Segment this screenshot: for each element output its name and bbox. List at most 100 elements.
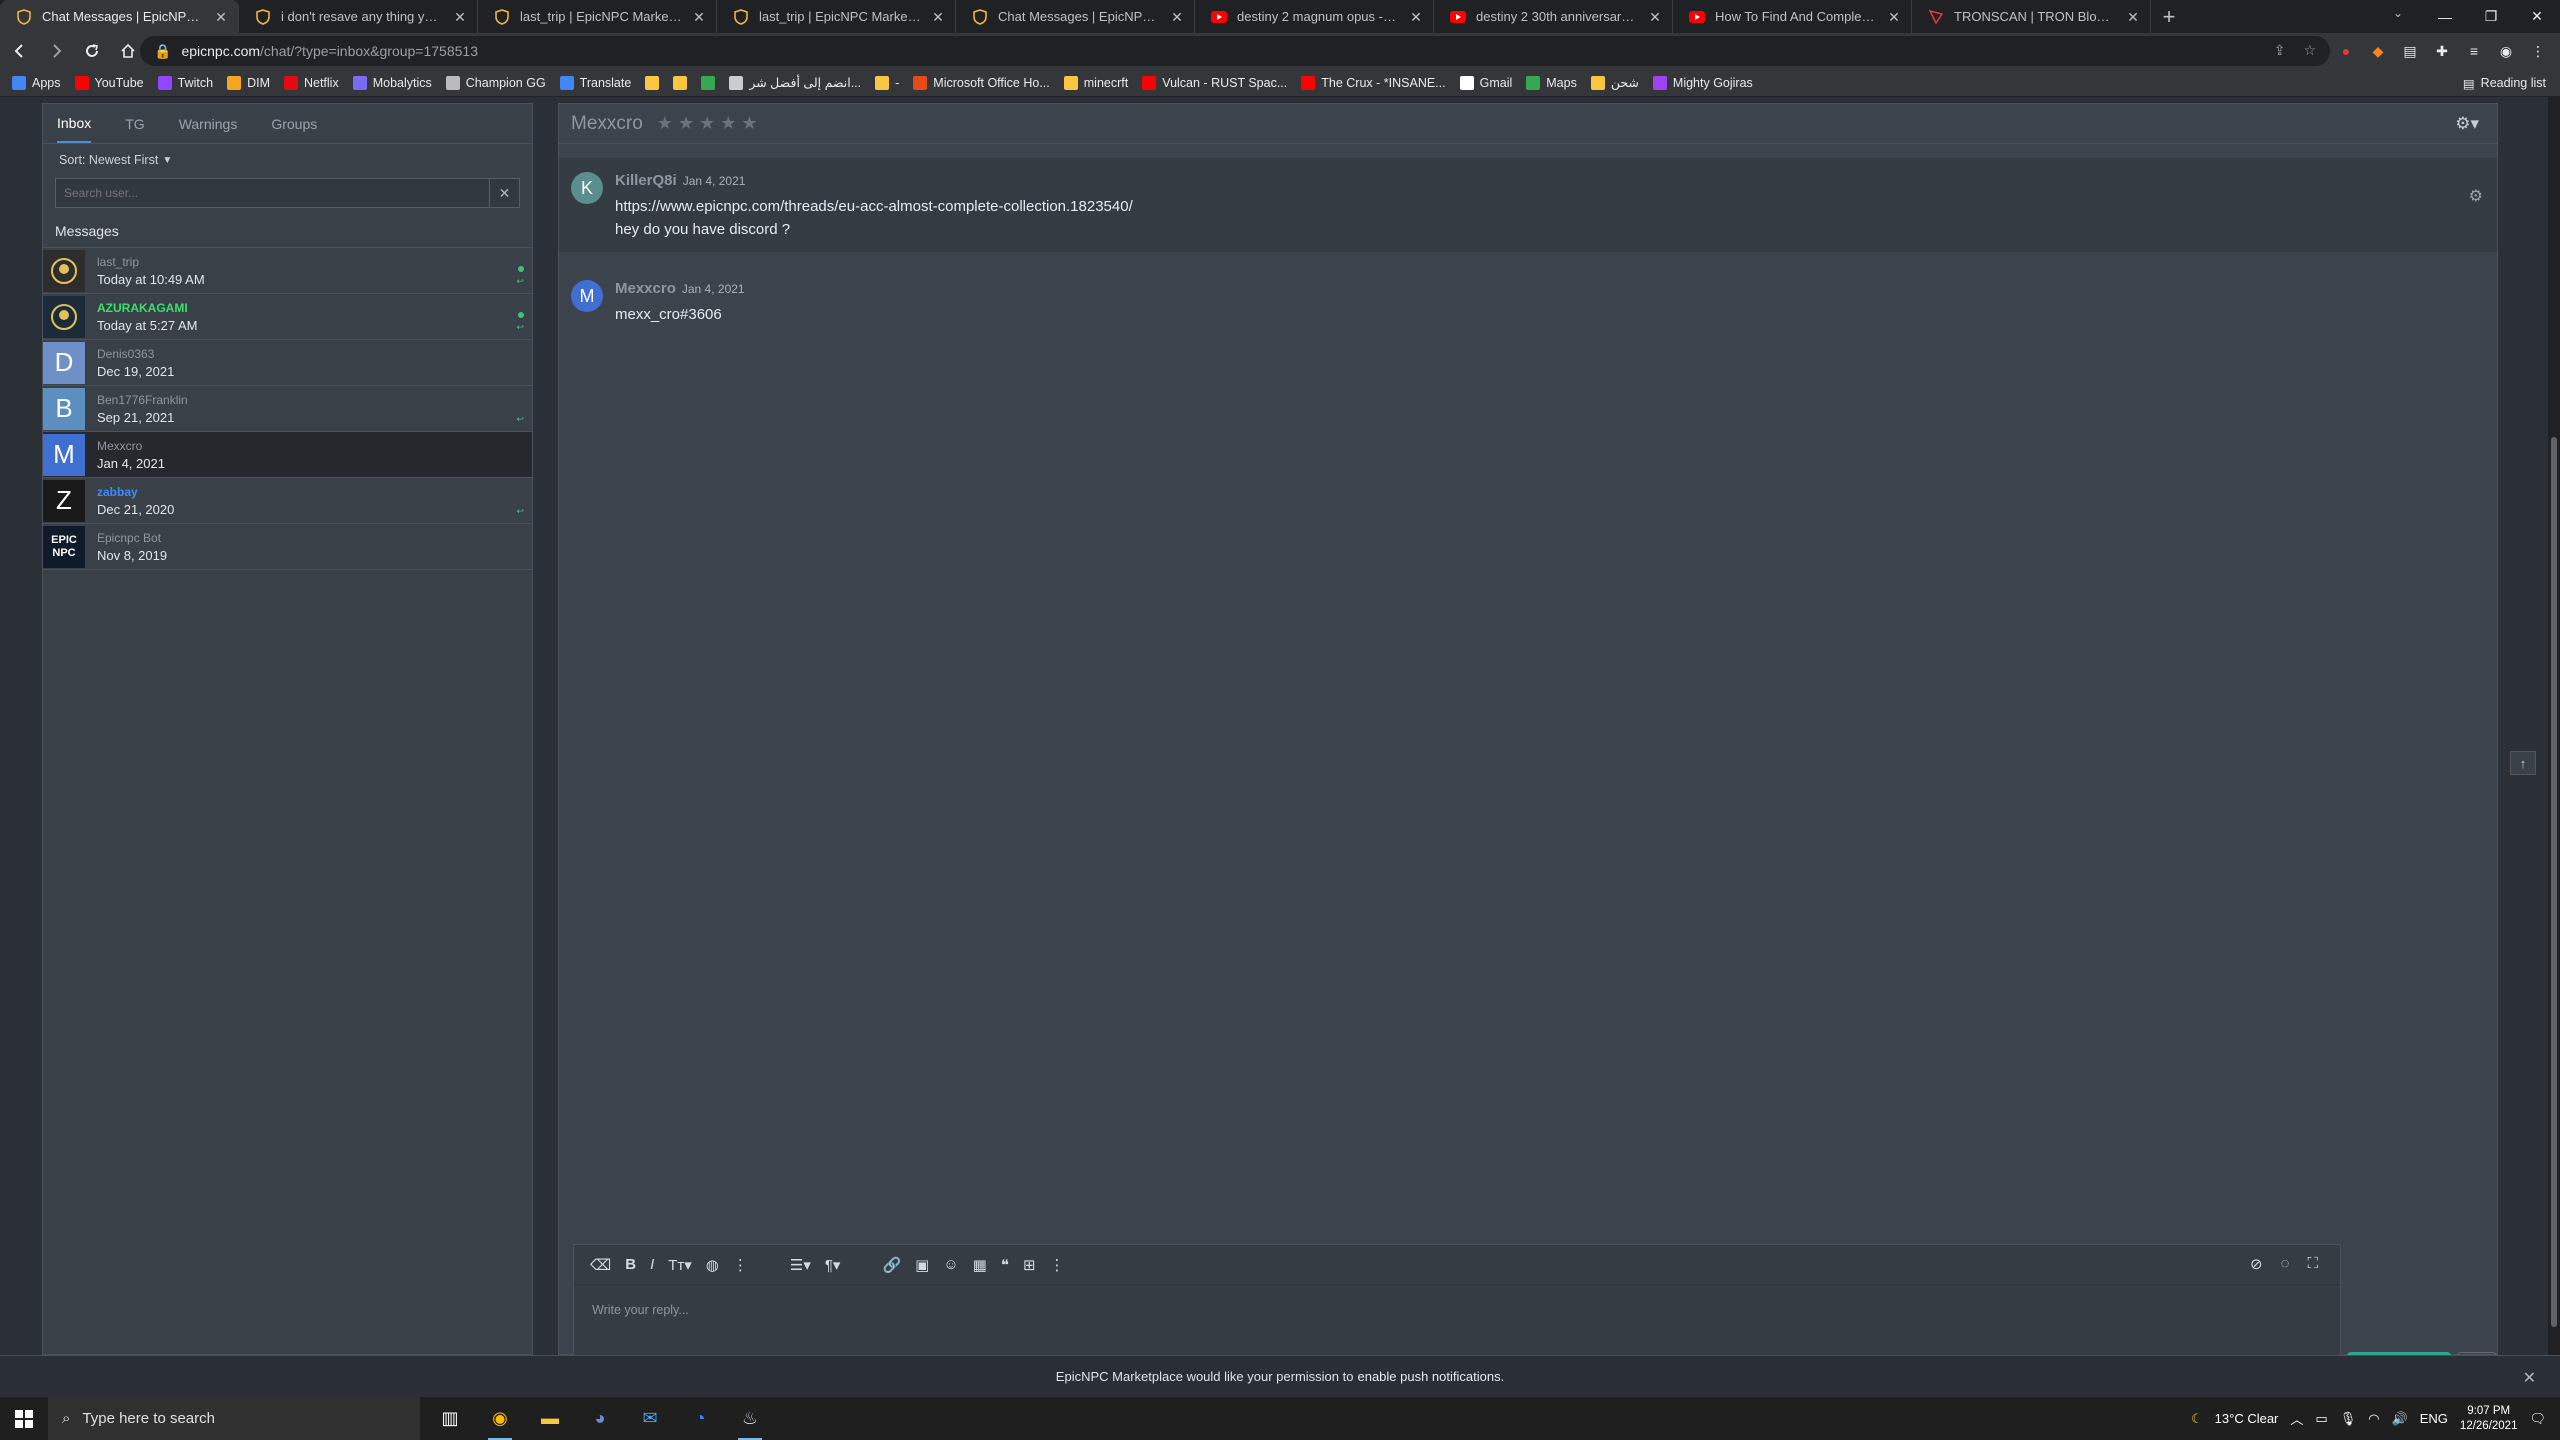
browser-tab[interactable]: destiny 2 magnum opus - YouTube ✕ [1195, 0, 1434, 33]
windows-start-icon[interactable] [0, 1397, 48, 1440]
message-line[interactable]: https://www.epicnpc.com/threads/eu-acc-a… [615, 195, 2497, 218]
avatar[interactable] [43, 295, 85, 338]
clear-search-icon[interactable]: ✕ [489, 179, 519, 207]
conversation-username[interactable]: zabbay [97, 485, 174, 499]
tray-chevron-icon[interactable]: ︿ [2290, 1409, 2303, 1428]
profile-icon[interactable]: ◉ [2494, 39, 2518, 63]
minimize-icon[interactable]: — [2422, 0, 2468, 33]
bookmark-item[interactable] [645, 75, 660, 90]
mail-icon[interactable]: ✉ [634, 1397, 666, 1440]
tab-inbox[interactable]: Inbox [57, 104, 92, 143]
browser-tab[interactable]: destiny 2 30th anniversary triumph ✕ [1434, 0, 1673, 33]
browser-tab[interactable]: i don't resave any thing yet form ✕ [239, 0, 478, 33]
bookmark-item[interactable]: Vulcan - RUST Spac... [1142, 75, 1287, 90]
bookmark-item[interactable] [673, 75, 688, 90]
tab-warnings[interactable]: Warnings [179, 116, 238, 132]
link-icon[interactable]: 🔗 [882, 1256, 901, 1274]
bookmark-item[interactable]: minecrft [1063, 75, 1128, 90]
bookmark-item[interactable]: Netflix [283, 75, 339, 90]
app-icon[interactable]: ◔ [684, 1397, 716, 1440]
scroll-top-icon[interactable]: ↑ [2510, 751, 2536, 775]
restore-icon[interactable]: ❐ [2468, 0, 2514, 33]
media-icon[interactable]: ≡ [2462, 39, 2486, 63]
reload-icon[interactable] [76, 35, 108, 67]
notifications-icon[interactable]: 🗨 [2529, 1411, 2546, 1427]
file-explorer-icon[interactable]: ▬ [534, 1397, 566, 1440]
steam-icon[interactable]: ♨ [734, 1397, 766, 1440]
avatar[interactable] [43, 249, 85, 292]
avatar[interactable]: EPIC NPC [43, 525, 85, 568]
remove-format-icon[interactable]: ⊘ [2250, 1255, 2263, 1273]
share-icon[interactable]: ⇪ [2274, 42, 2286, 59]
bookmark-item[interactable] [701, 75, 716, 90]
close-tab-icon[interactable]: ✕ [1648, 10, 1662, 24]
lock-icon[interactable]: 🔒 [154, 43, 171, 60]
bookmark-item[interactable]: Apps [12, 75, 61, 90]
color-palette-icon[interactable]: ◍ [706, 1256, 719, 1274]
italic-icon[interactable]: I [650, 1256, 654, 1273]
close-tab-icon[interactable]: ✕ [1887, 10, 1901, 24]
scrollbar-thumb[interactable] [2551, 437, 2557, 1327]
conversation-item[interactable]: M Mexxcro Jan 4, 2021 [43, 432, 532, 478]
bookmark-item[interactable]: Twitch [157, 75, 213, 90]
bookmark-item[interactable]: Mighty Gojiras [1652, 75, 1753, 90]
sort-dropdown[interactable]: Sort: Newest First ▼ [43, 144, 532, 176]
puzzle-icon[interactable]: ✚ [2430, 39, 2454, 63]
page-scrollbar[interactable] [2548, 97, 2560, 1355]
discord-icon[interactable]: ◕ [584, 1397, 616, 1440]
conversation-username[interactable]: last_trip [97, 255, 205, 269]
tab-search-icon[interactable]: ⌄ [2386, 6, 2410, 26]
metamask-icon[interactable]: ◆ [2366, 39, 2390, 63]
bold-icon[interactable]: B [625, 1256, 636, 1273]
media-icon[interactable]: ▦ [973, 1256, 987, 1274]
browser-tab[interactable]: TRONSCAN | TRON BlockChain Explorer ✕ [1912, 0, 2151, 33]
browser-tab[interactable]: last_trip | EpicNPC Marketplace ✕ [717, 0, 956, 33]
chrome-icon[interactable]: ◉ [484, 1397, 516, 1440]
fullscreen-icon[interactable]: ⛶ [2307, 1255, 2318, 1273]
bookmark-item[interactable]: - [875, 75, 899, 90]
message-author[interactable]: Mexxcro [615, 280, 676, 297]
conversation-item[interactable]: B Ben1776Franklin Sep 21, 2021 ↩ [43, 386, 532, 432]
conversation-item[interactable]: D Denis0363 Dec 19, 2021 [43, 340, 532, 386]
bookmark-item[interactable]: انضم إلى أفضل شر... [729, 75, 861, 90]
paragraph-icon[interactable]: ¶▾ [825, 1256, 841, 1274]
conversation-item[interactable]: Z zabbay Dec 21, 2020 ↩ [43, 478, 532, 524]
back-icon[interactable] [4, 35, 36, 67]
avatar[interactable]: Z [43, 479, 85, 522]
conversation-username[interactable]: Epicnpc Bot [97, 531, 167, 545]
wifi-icon[interactable]: ◠ [2368, 1411, 2379, 1427]
chat-settings-gear-icon[interactable]: ⚙▾ [2455, 114, 2479, 134]
conversation-item[interactable]: AZURAKAGAMI Today at 5:27 AM ↩ [43, 294, 532, 340]
avatar[interactable]: B [43, 387, 85, 430]
extension-icon[interactable]: ▤ [2398, 39, 2422, 63]
bookmark-item[interactable]: Microsoft Office Ho... [913, 75, 1050, 90]
conversation-username[interactable]: Denis0363 [97, 347, 174, 361]
emoji-icon[interactable]: ☺ [943, 1256, 958, 1273]
avatar[interactable]: M [571, 280, 603, 312]
avatar[interactable]: M [43, 433, 85, 476]
close-tab-icon[interactable]: ✕ [931, 10, 945, 24]
close-window-icon[interactable]: ✕ [2514, 0, 2560, 33]
browser-tab[interactable]: Chat Messages | EpicNPC Marketplace ✕ [0, 0, 239, 33]
weather-text[interactable]: 13°C Clear [2215, 1411, 2279, 1426]
browser-tab[interactable]: Chat Messages | EpicNPC Marketplace ✕ [956, 0, 1195, 33]
bookmark-star-icon[interactable]: ☆ [2303, 42, 2316, 59]
network-icon[interactable]: ▭ [2315, 1411, 2327, 1427]
message-author[interactable]: KillerQ8i [615, 172, 677, 189]
conversation-username[interactable]: Mexxcro [97, 439, 165, 453]
taskbar-search[interactable]: ⌕ Type here to search [48, 1397, 420, 1440]
tab-groups[interactable]: Groups [271, 116, 317, 132]
enable-push-link[interactable]: enable push notifications. [1357, 1369, 1504, 1384]
align-icon[interactable]: ☰▾ [790, 1256, 811, 1274]
bookmark-item[interactable]: Mobalytics [352, 75, 432, 90]
hide-preview-icon[interactable]: ◌ [2281, 1255, 2290, 1273]
bookmark-item[interactable]: Gmail [1459, 75, 1512, 90]
bookmark-item[interactable]: YouTube [74, 75, 144, 90]
message-gear-icon[interactable]: ⚙ [2469, 186, 2483, 206]
close-tab-icon[interactable]: ✕ [453, 10, 467, 24]
menu-icon[interactable]: ⋮ [2526, 39, 2550, 63]
reply-input[interactable]: Write your reply... [574, 1285, 2340, 1317]
clock[interactable]: 9:07 PM 12/26/2021 [2460, 1404, 2518, 1434]
table-icon[interactable]: ⊞ [1023, 1256, 1036, 1274]
more-options-icon[interactable]: ⋮ [733, 1256, 748, 1274]
